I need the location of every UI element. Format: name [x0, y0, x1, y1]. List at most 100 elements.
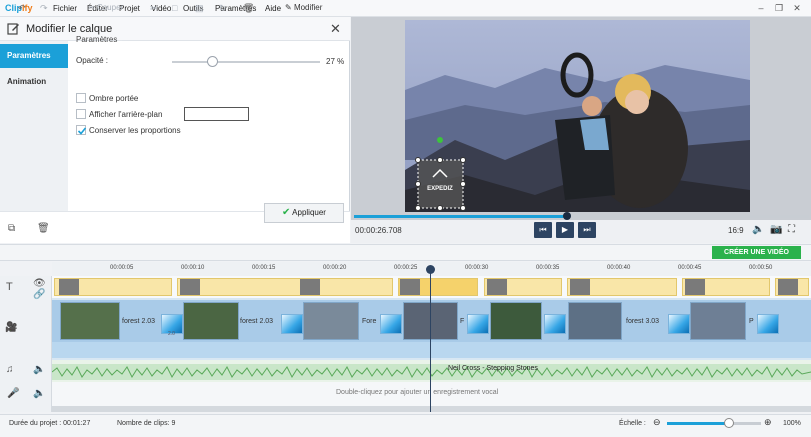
ruler-tick: 00:00:05	[110, 265, 134, 271]
background-label: Afficher l'arrière-plan	[89, 110, 163, 119]
ruler-tick: 00:00:35	[536, 265, 560, 271]
video-clip-thumb[interactable]	[690, 302, 746, 340]
fullscreen-icon[interactable]: ⛶	[788, 224, 795, 235]
transition-icon[interactable]	[281, 314, 303, 334]
music-icon: ♫	[6, 364, 14, 375]
minimize-icon[interactable]: –	[754, 2, 768, 14]
eye-icon[interactable]: 👁	[33, 278, 46, 289]
undo-icon[interactable]: ↶	[18, 3, 26, 14]
ruler-tick: 00:00:30	[465, 265, 489, 271]
title-thumbnail	[59, 279, 79, 295]
shadow-label: Ombre portée	[89, 94, 139, 103]
create-video-button[interactable]: CRÉER UNE VIDÉO	[712, 246, 801, 259]
aspect-ratio[interactable]: 16:9	[728, 226, 744, 235]
opacity-slider-thumb[interactable]	[206, 56, 218, 67]
audio-waveform[interactable]	[52, 364, 811, 380]
transition-icon[interactable]	[467, 314, 489, 334]
rotate-icon[interactable]: ↻	[219, 3, 227, 14]
scissors-icon[interactable]: ✂	[150, 3, 158, 14]
timecode: 00:00:26.708	[355, 226, 402, 235]
apply-button[interactable]: ✔ Appliquer	[264, 203, 344, 223]
play-icon[interactable]: ▶	[556, 222, 574, 238]
opacity-label: Opacité :	[76, 56, 109, 65]
video-clip-thumb[interactable]	[303, 302, 359, 340]
delete-icon[interactable]: 🗑	[243, 3, 254, 14]
video-clip-thumb[interactable]	[60, 302, 120, 340]
transition-duration: 2.0	[168, 331, 175, 337]
menu-aide[interactable]: Aide	[265, 4, 281, 13]
volume-icon[interactable]: 🔈	[752, 224, 764, 235]
background-checkbox[interactable]	[76, 109, 86, 119]
title-thumbnail	[570, 279, 590, 295]
opacity-slider-track[interactable]	[172, 61, 320, 63]
zoom-slider-thumb[interactable]	[724, 418, 734, 428]
ruler-tick: 00:00:40	[607, 265, 631, 271]
preview-progress-fill	[354, 215, 566, 218]
close-window-icon[interactable]: ✕	[790, 2, 804, 14]
opacity-value: 27 %	[326, 57, 345, 66]
proportions-checkbox[interactable]	[76, 125, 87, 135]
transition-icon[interactable]	[668, 314, 690, 334]
ruler-tick: 00:00:45	[678, 265, 702, 271]
zoom-slider-fill	[667, 422, 729, 425]
modify-button[interactable]: ✎ Modifier	[285, 3, 322, 12]
voice-volume-icon[interactable]: 🔈	[33, 388, 45, 399]
trash-icon[interactable]: 🗑	[37, 223, 50, 234]
title-thumbnail	[180, 279, 200, 295]
timeline-toolbar	[0, 244, 811, 261]
frame-icon[interactable]: ▤	[195, 3, 204, 14]
restore-icon[interactable]: ❐	[772, 2, 786, 14]
preview-progress-knob[interactable]	[563, 212, 571, 220]
music-track-label: Neil Cross - Stepping Stones	[448, 365, 538, 372]
panel-title: Modifier le calque	[26, 23, 113, 35]
video-clip-thumb[interactable]	[568, 302, 622, 340]
menu-fichier[interactable]: Fichier	[53, 4, 77, 13]
shadow-checkbox[interactable]	[76, 93, 86, 103]
transition-icon[interactable]	[544, 314, 566, 334]
panel-close-icon[interactable]: ✕	[330, 21, 341, 37]
previous-icon[interactable]: ⏮	[534, 222, 552, 238]
title-clip[interactable]	[177, 278, 393, 296]
project-duration: Durée du projet : 00:01:27	[9, 420, 91, 427]
next-icon[interactable]: ⏭	[578, 222, 596, 238]
tab-animation[interactable]: Animation	[0, 70, 68, 94]
params-section-title: Paramètres	[76, 35, 118, 44]
clip-label: F	[460, 318, 465, 325]
video-clip-thumb[interactable]	[490, 302, 542, 340]
check-icon: ✔	[282, 207, 291, 218]
title-thumbnail	[778, 279, 798, 295]
video-clip-thumb[interactable]	[183, 302, 239, 340]
ruler-tick: 00:00:50	[749, 265, 773, 271]
playhead-line[interactable]	[430, 266, 431, 412]
proportions-label: Conserver les proportions	[89, 126, 181, 135]
crop-icon[interactable]: □	[172, 3, 177, 13]
panel-tabs: Paramètres Animation	[0, 41, 68, 211]
zoom-value: 100%	[783, 420, 801, 427]
title-thumbnail	[400, 279, 420, 295]
clip-label: forest 2.03	[122, 318, 156, 325]
audio-volume-icon[interactable]: 🔈	[33, 364, 45, 375]
zoom-in-icon[interactable]: ⊕	[764, 417, 772, 428]
redo-icon[interactable]: ↷	[40, 3, 48, 14]
video-strip-lower	[52, 342, 811, 358]
zoom-out-icon[interactable]: ⊖	[653, 417, 661, 428]
ruler-tick: 00:00:15	[252, 265, 276, 271]
transition-icon[interactable]	[380, 314, 402, 334]
microphone-icon: 🎤	[7, 388, 20, 399]
background-color-box[interactable]	[184, 107, 249, 121]
ruler-tick: 00:00:10	[181, 265, 205, 271]
video-preview[interactable]: EXPEDIZ	[405, 20, 750, 212]
section-divider	[122, 40, 344, 41]
link-icon[interactable]: 🔗	[33, 289, 45, 300]
scale-label: Échelle :	[619, 420, 646, 427]
duplicate-icon[interactable]: ⧉	[8, 223, 15, 234]
text-track-icon: T	[6, 281, 13, 293]
timeline-scrollbar[interactable]	[52, 406, 811, 412]
camera-icon[interactable]: 📷	[770, 224, 782, 235]
transition-icon[interactable]	[757, 314, 779, 334]
playhead-knob[interactable]	[426, 265, 435, 274]
title-thumbnail	[685, 279, 705, 295]
tab-parametres[interactable]: Paramètres	[0, 44, 68, 68]
cut-button[interactable]: ✂ Couper	[88, 3, 123, 12]
ruler-tick: 00:00:20	[323, 265, 347, 271]
